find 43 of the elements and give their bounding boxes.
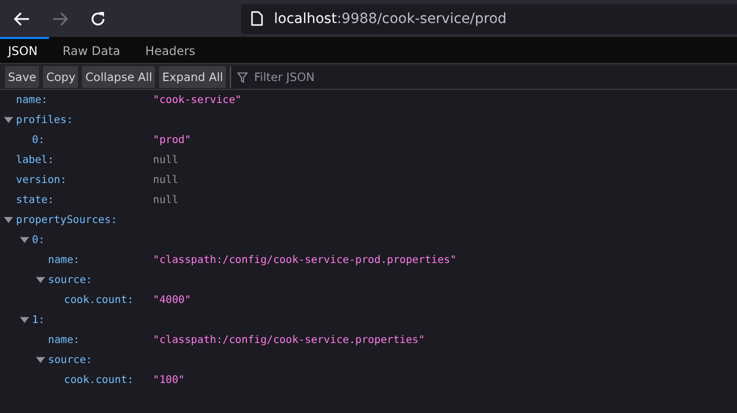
- toolbar-button[interactable]: Expand All: [159, 66, 226, 88]
- filter-field[interactable]: Filter JSON: [230, 66, 737, 88]
- tab[interactable]: Raw Data: [54, 37, 132, 63]
- json-value: "classpath:/config/cook-service.properties": [153, 334, 425, 346]
- json-value: "4000": [153, 294, 191, 306]
- address-bar[interactable]: localhost:9988/cook-service/prod: [241, 4, 737, 34]
- json-value: null: [153, 154, 178, 166]
- json-key: source:: [48, 274, 92, 286]
- json-key: name:: [48, 334, 80, 346]
- json-value: null: [153, 174, 178, 186]
- json-key: name:: [48, 254, 80, 266]
- json-value: "prod": [153, 134, 191, 146]
- json-key: label:: [16, 154, 54, 166]
- tab[interactable]: Headers: [137, 37, 206, 63]
- json-key: profiles:: [16, 114, 73, 126]
- filter-icon: [237, 72, 248, 82]
- toolbar-button[interactable]: Copy: [43, 66, 78, 88]
- json-key: cook.count:: [64, 374, 134, 386]
- json-key: source:: [48, 354, 92, 366]
- back-icon[interactable]: [14, 12, 30, 26]
- json-key: state:: [16, 194, 54, 206]
- toolbar-button[interactable]: Collapse All: [82, 66, 156, 88]
- json-key: version:: [16, 174, 67, 186]
- collapse-arrow-icon[interactable]: [36, 277, 44, 283]
- toolbar-button[interactable]: Save: [5, 66, 40, 88]
- json-value: null: [153, 194, 178, 206]
- json-value: "classpath:/config/cook-service-prod.properties": [153, 254, 456, 266]
- collapse-arrow-icon[interactable]: [4, 117, 12, 123]
- json-key: 0:: [32, 234, 45, 246]
- page-icon: [251, 11, 263, 26]
- json-value: "cook-service": [153, 94, 242, 106]
- collapse-arrow-icon[interactable]: [20, 237, 28, 243]
- json-value: "100": [153, 374, 185, 386]
- json-key: cook.count:: [64, 294, 134, 306]
- url-text: localhost:9988/cook-service/prod: [274, 10, 507, 26]
- json-key: 1:: [32, 314, 45, 326]
- json-key: name:: [16, 94, 48, 106]
- collapse-arrow-icon[interactable]: [36, 357, 44, 363]
- collapse-arrow-icon[interactable]: [20, 317, 28, 323]
- reload-icon[interactable]: [90, 10, 106, 26]
- collapse-arrow-icon[interactable]: [4, 217, 12, 223]
- json-key: 0:: [32, 134, 45, 146]
- json-key: propertySources:: [16, 214, 118, 226]
